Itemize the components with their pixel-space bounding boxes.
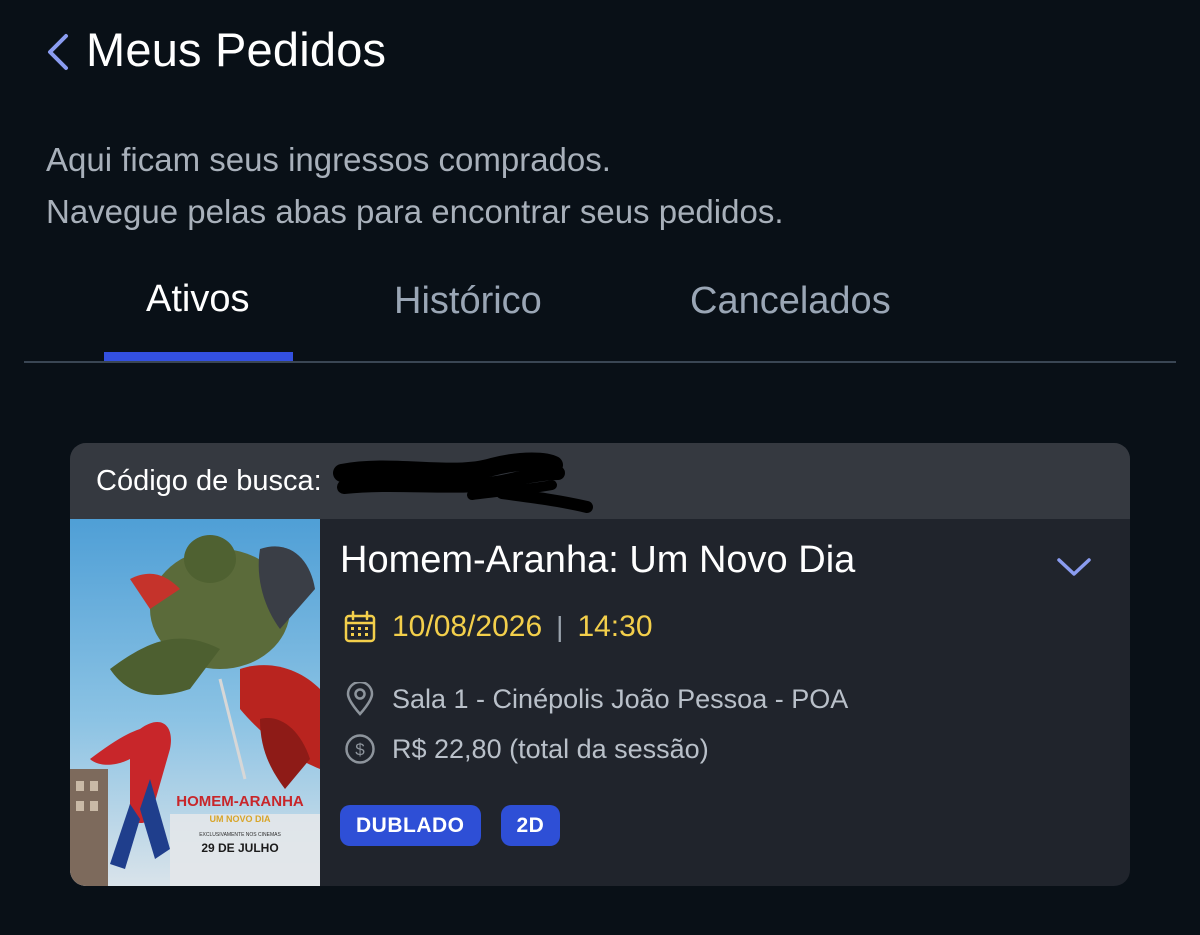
price-text: R$ 22,80 (total da sessão) [392, 733, 709, 764]
session-location: Sala 1 - Cinépolis João Pessoa - POA [342, 681, 848, 717]
session-badges: DUBLADO 2D [340, 805, 580, 846]
session-datetime: 10/08/2026 | 14:30 [342, 609, 653, 645]
badge-format: 2D [500, 805, 561, 846]
session-date: 10/08/2026 [392, 610, 543, 643]
tab-ativos[interactable]: Ativos [146, 278, 249, 321]
page-title: Meus Pedidos [86, 23, 387, 76]
poster-subtitle: UM NOVO DIA [209, 814, 271, 824]
order-card-header: Código de busca: [70, 443, 1130, 519]
chevron-down-icon [1057, 558, 1091, 576]
page-description: Aqui ficam seus ingressos comprados. Nav… [46, 134, 784, 238]
location-text: Sala 1 - Cinépolis João Pessoa - POA [392, 683, 849, 714]
movie-title: Homem-Aranha: Um Novo Dia [340, 539, 856, 581]
active-tab-indicator [104, 352, 293, 361]
calendar-icon [342, 609, 378, 645]
movie-poster: HOMEM-ARANHA UM NOVO DIA EXCLUSIVAMENTE … [70, 519, 320, 886]
svg-text:$: $ [355, 740, 365, 759]
description-line-2: Navegue pelas abas para encontrar seus p… [46, 193, 784, 230]
tab-divider [24, 361, 1176, 363]
badge-dubbed: DUBLADO [340, 805, 481, 846]
redaction-scribble [333, 452, 593, 513]
tab-cancelados[interactable]: Cancelados [690, 280, 891, 323]
poster-caption: EXCLUSIVAMENTE NOS CINEMAS [199, 832, 281, 838]
search-code-label: Código de busca: [96, 465, 322, 497]
dollar-circle-icon: $ [342, 731, 378, 767]
description-line-1: Aqui ficam seus ingressos comprados. [46, 141, 611, 178]
chevron-left-icon [48, 34, 68, 70]
poster-title: HOMEM-ARANHA [176, 793, 304, 810]
map-pin-icon [342, 681, 378, 717]
session-time: 14:30 [577, 610, 653, 643]
session-price: $ R$ 22,80 (total da sessão) [342, 731, 709, 767]
datetime-separator: | [556, 611, 564, 642]
tab-bar: Ativos Histórico Cancelados [0, 270, 1200, 364]
tab-historico[interactable]: Histórico [394, 280, 542, 323]
back-button[interactable] [40, 30, 76, 74]
expand-button[interactable] [1052, 547, 1096, 587]
order-card[interactable]: Código de busca: HOMEM-ARANHA UM NOVO DI… [70, 443, 1130, 886]
poster-release: 29 DE JULHO [201, 841, 278, 855]
